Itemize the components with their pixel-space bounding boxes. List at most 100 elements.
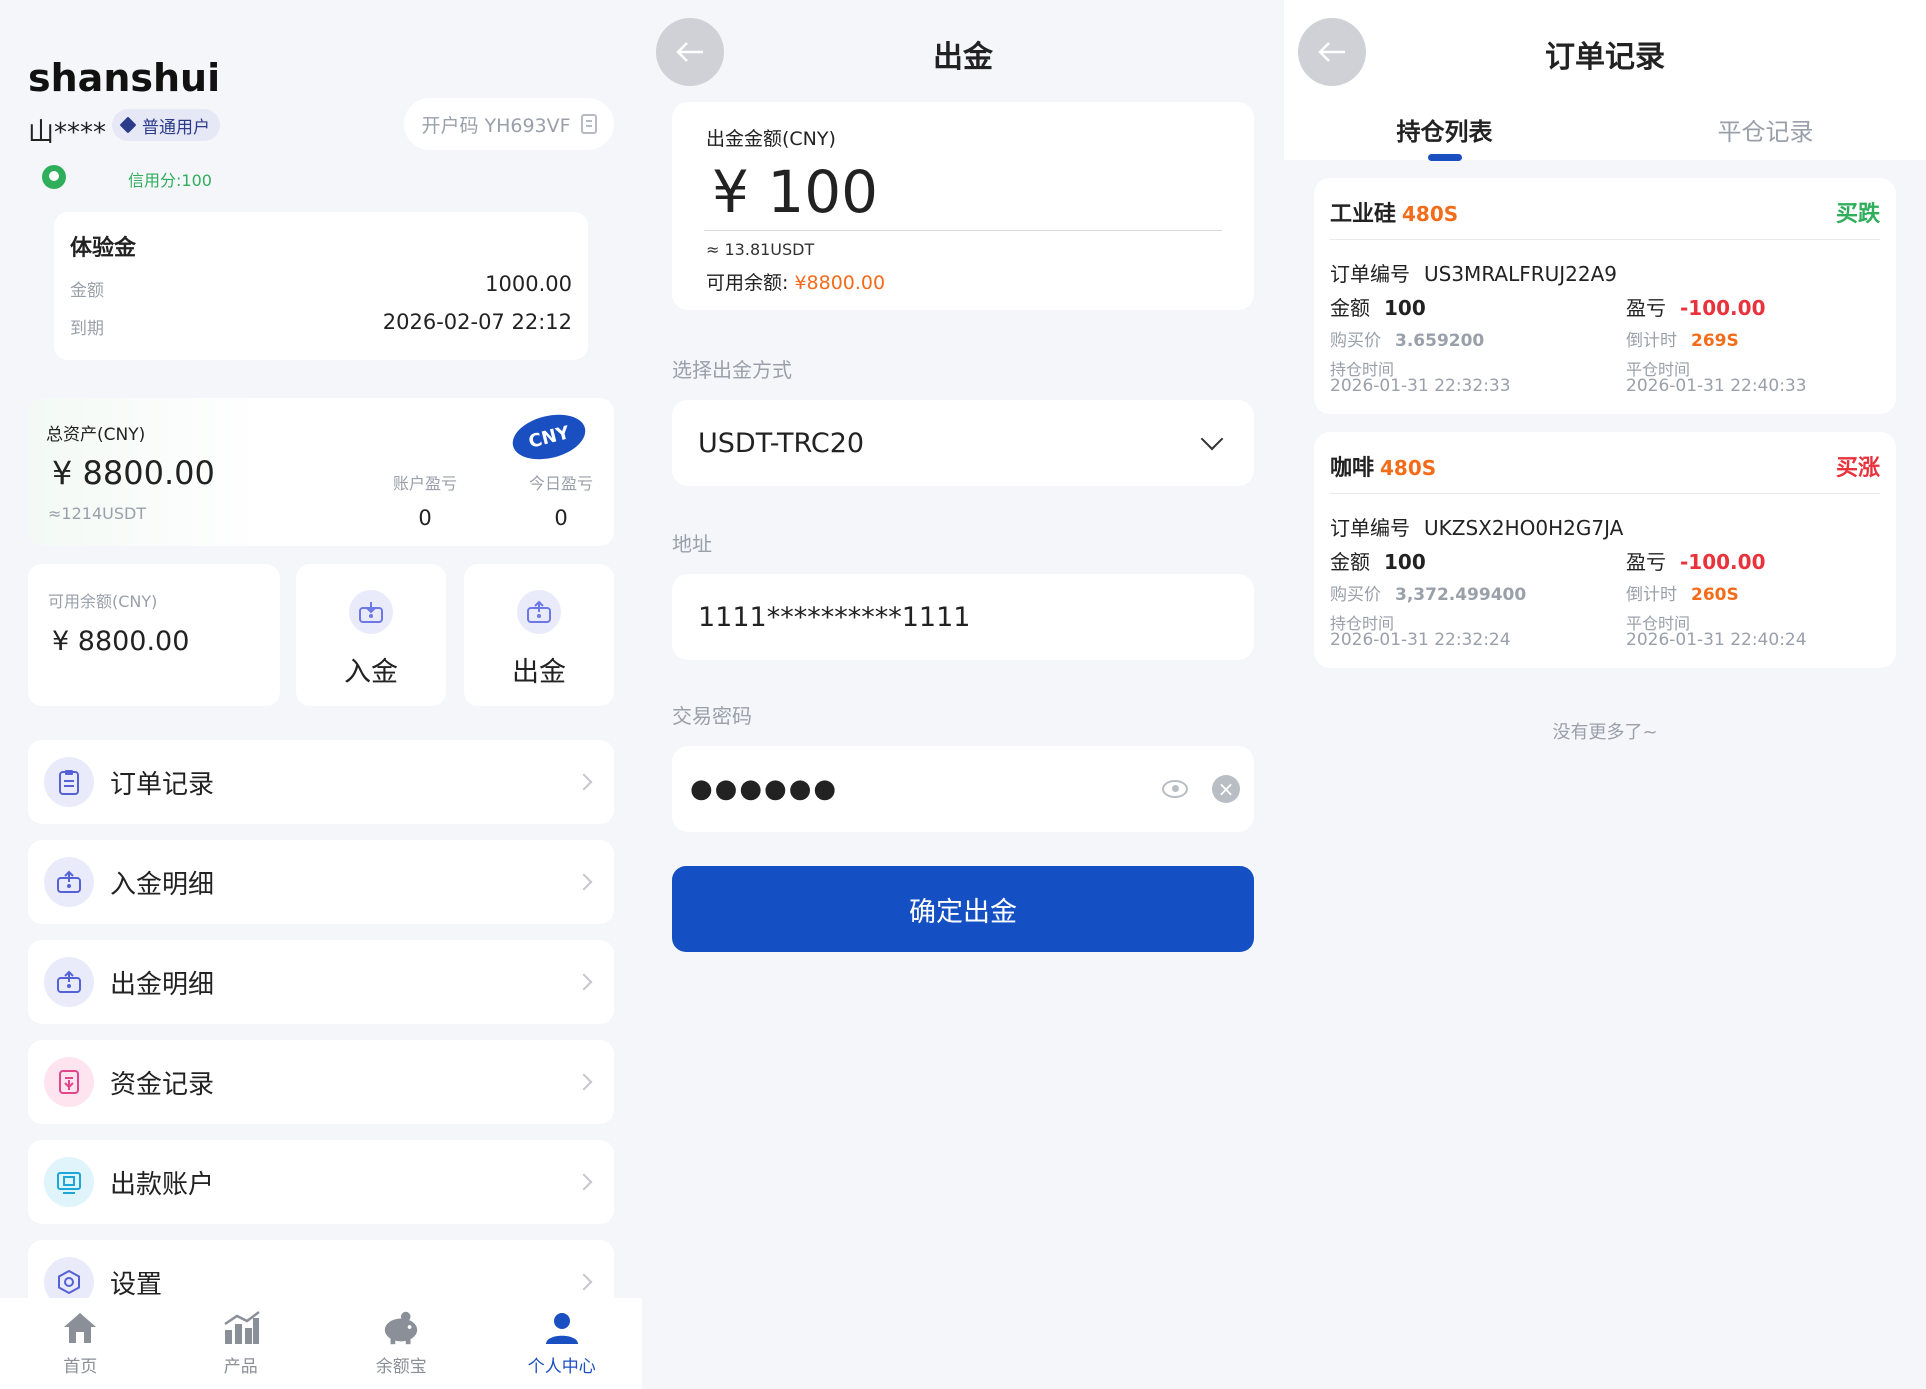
diamond-icon: [119, 116, 137, 134]
total-assets-usdt: ≈1214USDT: [48, 504, 147, 523]
order-amount-row: 金额 100: [1330, 292, 1426, 321]
tab-personal-center-label: 个人中心: [527, 1357, 596, 1377]
withdraw-button[interactable]: 出金: [464, 564, 614, 706]
order-card[interactable]: 咖啡 480S 买涨 订单编号 UKZSX2HO0H2G7JA 金额 100 盈亏 -1…: [1314, 432, 1896, 668]
masked-real-name: 山****: [28, 118, 107, 148]
password-value: ●●●●●●: [690, 774, 839, 804]
order-buy-price-label: 购买价: [1330, 331, 1381, 351]
address-input[interactable]: 1111**********1111: [672, 574, 1254, 660]
tab-open-positions[interactable]: 持仓列表: [1284, 112, 1605, 161]
invite-code-copy[interactable]: 开户码 YH693VF: [404, 98, 614, 150]
page-title: 出金: [933, 40, 993, 75]
account-pl-value: 0: [418, 506, 432, 530]
order-countdown: 260S: [1691, 585, 1739, 605]
order-product-name: 咖啡: [1330, 456, 1375, 481]
order-pl-row: 盈亏 -100.00: [1626, 546, 1765, 575]
tab-home-label: 首页: [63, 1357, 98, 1377]
order-countdown-label: 倒计时: [1626, 585, 1677, 605]
available-balance-value: ¥ 8800.00: [52, 626, 190, 657]
order-countdown: 269S: [1691, 331, 1739, 351]
amount-divider: [704, 230, 1222, 231]
user-level-label: 普通用户: [142, 117, 210, 138]
order-buy-price-label: 购买价: [1330, 585, 1381, 605]
tab-yuebao-label: 余额宝: [375, 1357, 427, 1377]
order-card[interactable]: 工业硅 480S 买跌 订单编号 US3MRALFRUJ22A9 金额 100 盈亏 -…: [1314, 178, 1896, 414]
trial-fund-card: 体验金 金额 1000.00 到期 2026-02-07 22:12: [54, 212, 588, 360]
tab-closed-positions[interactable]: 平仓记录: [1605, 112, 1926, 160]
order-pl-label: 盈亏: [1626, 550, 1666, 574]
trial-amount-label: 金额: [70, 281, 104, 301]
invite-code-label: 开户码 YH693VF: [421, 114, 571, 137]
order-amount-label: 金额: [1330, 296, 1370, 320]
deposit-label: 入金: [344, 657, 398, 688]
order-countdown-row: 倒计时 269S: [1626, 326, 1739, 351]
order-amount: 100: [1384, 550, 1426, 574]
tab-yuebao[interactable]: 余额宝: [321, 1298, 482, 1389]
menu-order-records[interactable]: 订单记录: [28, 740, 614, 824]
order-card-header: 工业硅 480S 买跌: [1330, 196, 1880, 240]
trial-expire-value: 2026-02-07 22:12: [382, 310, 572, 334]
menu-withdraw-details[interactable]: 出金明细: [28, 940, 614, 1024]
order-countdown-label: 倒计时: [1626, 331, 1677, 351]
order-direction: 买涨: [1835, 456, 1880, 481]
confirm-withdraw-button[interactable]: 确定出金: [672, 866, 1254, 952]
chevron-right-icon: [575, 973, 593, 991]
total-assets-card: 总资产(CNY) ¥ 8800.00 ≈1214USDT CNY 账户盈亏 0 …: [28, 398, 614, 546]
today-pl: 今日盈亏 0: [506, 470, 614, 530]
order-pl: -100.00: [1680, 550, 1766, 574]
menu-payout-account[interactable]: 出款账户: [28, 1140, 614, 1224]
menu-deposit-details[interactable]: 入金明细: [28, 840, 614, 924]
order-number-label: 订单编号: [1330, 262, 1410, 286]
tab-products[interactable]: 产品: [161, 1298, 322, 1389]
withdraw-amount-input[interactable]: ¥ 100: [712, 158, 878, 226]
deposit-icon: [349, 590, 393, 634]
menu-settings-label: 设置: [110, 1269, 163, 1300]
available-balance-label: 可用余额(CNY): [48, 592, 158, 611]
address-value: 1111**********1111: [698, 601, 971, 633]
today-pl-label: 今日盈亏: [528, 474, 593, 493]
order-pl-label: 盈亏: [1626, 296, 1666, 320]
order-product-name: 工业硅: [1330, 202, 1397, 227]
user-level-badge: 普通用户: [112, 109, 220, 141]
account-pl-label: 账户盈亏: [392, 474, 457, 493]
deposit-button[interactable]: 入金: [296, 564, 446, 706]
eye-icon[interactable]: [1162, 780, 1188, 798]
funds-record-icon: [44, 1057, 94, 1107]
order-buy-price-row: 购买价 3.659200: [1330, 326, 1484, 351]
today-pl-value: 0: [554, 506, 568, 530]
withdraw-usdt-equiv: ≈ 13.81USDT: [706, 240, 815, 259]
menu-withdraw-details-label: 出金明细: [110, 969, 215, 1000]
page-title: 订单记录: [1545, 40, 1665, 75]
order-tabs: 持仓列表 平仓记录: [1284, 112, 1926, 161]
chevron-right-icon: [575, 1173, 593, 1191]
bank-account-icon: [44, 1157, 94, 1207]
clear-icon[interactable]: ×: [1212, 775, 1240, 803]
method-select[interactable]: USDT-TRC20: [672, 400, 1254, 486]
withdraw-label: 出金: [512, 657, 566, 688]
method-value: USDT-TRC20: [698, 427, 865, 459]
available-balance-card: 可用余额(CNY) ¥ 8800.00: [28, 564, 280, 706]
password-input[interactable]: ●●●●●● ×: [672, 746, 1254, 832]
no-more-text: 没有更多了~: [1552, 722, 1658, 743]
order-number-row: 订单编号 US3MRALFRUJ22A9: [1330, 258, 1617, 287]
menu-order-records-label: 订单记录: [110, 769, 215, 800]
trial-expire-label: 到期: [70, 319, 104, 339]
order-close-time: 2026-01-31 22:40:24: [1626, 630, 1807, 650]
order-card-header: 咖啡 480S 买涨: [1330, 450, 1880, 494]
total-assets-value: ¥ 8800.00: [52, 454, 215, 492]
order-duration: 480S: [1380, 456, 1437, 480]
order-number: UKZSX2HO0H2G7JA: [1424, 516, 1624, 540]
orders-header: 订单记录 持仓列表 平仓记录: [1284, 0, 1926, 161]
currency-badge: CNY: [508, 407, 590, 467]
order-amount: 100: [1384, 296, 1426, 320]
withdraw-available-value: ¥8800.00: [794, 272, 886, 294]
chevron-right-icon: [575, 1073, 593, 1091]
user-icon: [542, 1308, 582, 1348]
order-open-time: 2026-01-31 22:32:24: [1330, 630, 1511, 650]
tab-home[interactable]: 首页: [0, 1298, 161, 1389]
menu-funds-records[interactable]: 资金记录: [28, 1040, 614, 1124]
tab-personal-center[interactable]: 个人中心: [482, 1298, 643, 1389]
withdraw-available-label: 可用余额:: [706, 272, 789, 294]
order-countdown-row: 倒计时 260S: [1626, 580, 1739, 605]
chevron-right-icon: [575, 1273, 593, 1291]
